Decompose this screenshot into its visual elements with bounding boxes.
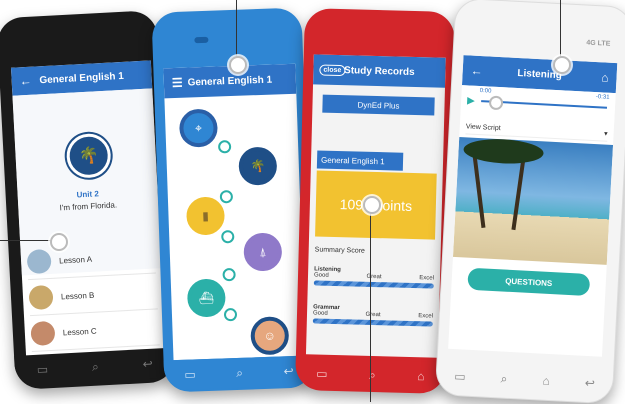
home-icon[interactable]: ⌂	[542, 374, 550, 388]
score-meter	[312, 318, 433, 327]
score-meter	[313, 280, 434, 289]
screen-title: General English 1	[187, 74, 273, 89]
callout-dot	[553, 56, 571, 74]
menu-icon[interactable]: ▭	[316, 367, 328, 381]
lesson-label: Lesson B	[60, 290, 95, 301]
level-good: Good	[312, 310, 328, 317]
lesson-thumbnail	[26, 248, 52, 275]
level-great: Great	[366, 273, 382, 281]
level-good: Good	[313, 272, 329, 279]
back-arrow-icon[interactable]: ←	[19, 74, 32, 89]
speaker-grille	[194, 36, 209, 44]
lesson-row-b[interactable]: Lesson B	[28, 274, 158, 317]
beach-image	[452, 137, 614, 265]
score-listening: Listening Good Great Excel	[313, 266, 435, 289]
back-icon[interactable]: ↩	[283, 364, 294, 378]
ship-icon[interactable]: ⛴	[186, 278, 227, 318]
search-icon[interactable]: ⌕	[500, 372, 507, 386]
lesson-row-c[interactable]: Lesson C	[30, 310, 160, 353]
level-excel: Excel	[419, 275, 435, 282]
course-label: General English 1	[316, 150, 404, 171]
path-dot	[217, 140, 232, 154]
chevron-down-icon: ▾	[603, 130, 608, 138]
screen-title: General English 1	[39, 70, 125, 86]
phone-listening: 4G LTE ← Listening ⌂ ▶ 0:00 -0:31 View S…	[434, 0, 625, 404]
path-dot	[222, 267, 236, 282]
callout-line	[560, 0, 561, 58]
palm-tree-icon: 🌴	[65, 132, 112, 179]
level-excel: Excel	[418, 313, 434, 320]
path-dot	[221, 229, 235, 244]
summary-label: Summary Score	[314, 246, 365, 255]
path-dot	[223, 307, 238, 322]
person-icon[interactable]: ☺	[250, 316, 290, 356]
search-icon[interactable]: ⌕	[236, 366, 243, 380]
menu-icon[interactable]: ▭	[454, 369, 466, 384]
level-great: Great	[365, 311, 381, 319]
menu-icon[interactable]: ☰	[172, 76, 183, 90]
product-button[interactable]: DynEd Plus	[322, 94, 435, 116]
location-pin-icon[interactable]: ⌖	[178, 108, 219, 148]
nav-bar: ▭ ⌕ ↩	[163, 355, 315, 391]
home-icon[interactable]: ⌂	[601, 70, 609, 84]
back-arrow-icon[interactable]: ←	[470, 64, 483, 79]
nav-bar: ▭ ⌕ ⌂ ↩	[435, 360, 614, 400]
lesson-thumbnail	[28, 284, 54, 311]
app-bar: close Study Records	[313, 54, 446, 88]
tower-icon[interactable]: ▮	[185, 196, 226, 236]
lesson-label: Lesson C	[62, 326, 97, 337]
callout-line	[236, 0, 237, 58]
eiffel-tower-icon[interactable]: ⍋	[243, 232, 283, 272]
view-script-label: View Script	[465, 122, 501, 132]
screen-title: Study Records	[343, 64, 415, 78]
palm-tree-icon[interactable]: 🌴	[238, 146, 278, 186]
back-icon[interactable]: ↩	[142, 357, 153, 372]
score-grammar: Grammar Good Great Excel	[312, 304, 434, 327]
back-icon[interactable]: ↩	[584, 376, 595, 391]
close-button[interactable]: close	[319, 64, 346, 76]
home-icon[interactable]: ⌂	[417, 369, 425, 383]
lesson-thumbnail	[30, 320, 56, 347]
time-end: -0:31	[595, 94, 610, 101]
menu-icon[interactable]: ▭	[36, 362, 48, 377]
lesson-row-a[interactable]: Lesson A	[26, 238, 156, 281]
callout-line	[370, 208, 371, 402]
lesson-label: Lesson A	[58, 254, 93, 265]
network-label: 4G LTE	[586, 39, 611, 48]
screen-listening: ← Listening ⌂ ▶ 0:00 -0:31 View Script ▾…	[448, 55, 618, 357]
time-start: 0:00	[479, 88, 492, 95]
callout-dot	[229, 56, 247, 74]
path-dot	[219, 190, 234, 204]
menu-icon[interactable]: ▭	[184, 367, 196, 381]
screen-unit-path: ☰ General English 1 ⌖ 🌴 ▮ ⍋ ⛴ ☺	[163, 63, 306, 361]
screen-lessons: ← General English 1 🌴 Unit 2 I'm from Fl…	[10, 60, 166, 358]
callout-dot	[50, 233, 68, 251]
palm-trunk	[511, 160, 526, 231]
phone-general-english-lessons: ← General English 1 🌴 Unit 2 I'm from Fl…	[0, 10, 176, 390]
questions-button[interactable]: QUESTIONS	[467, 267, 591, 297]
audio-scrubber[interactable]	[488, 95, 504, 111]
callout-line	[0, 240, 52, 241]
play-icon[interactable]: ▶	[467, 95, 475, 106]
callout-dot	[363, 196, 381, 214]
search-icon[interactable]: ⌕	[92, 360, 99, 374]
